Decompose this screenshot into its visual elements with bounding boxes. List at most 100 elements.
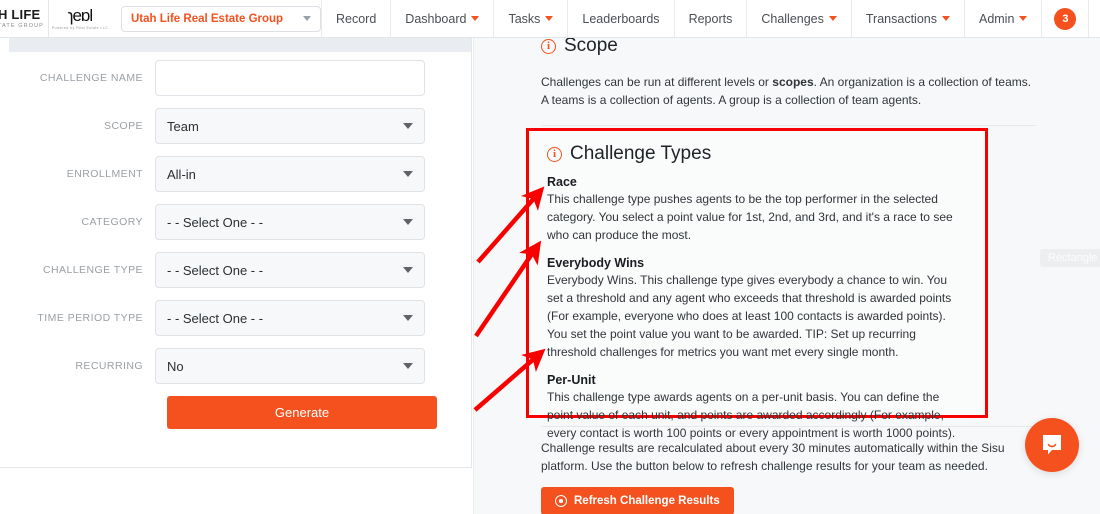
nav-item-dashboard[interactable]: Dashboard <box>390 0 493 37</box>
form-label: CHALLENGE NAME <box>39 72 143 84</box>
challenge-form: CHALLENGE NAME SCOPE Team ENROLLMENT All… <box>0 60 472 429</box>
form-label: CHALLENGE TYPE <box>42 264 143 276</box>
form-row-scope: SCOPE Team <box>0 108 472 144</box>
challenge-type-body-everybody-wins: Everybody Wins. This challenge type give… <box>547 273 952 359</box>
nav-item-record[interactable]: Record <box>321 0 390 37</box>
nav-item-label: Leaderboards <box>582 11 660 26</box>
chevron-down-icon <box>828 16 837 21</box>
nav-item-label: Challenges <box>761 11 824 26</box>
challenge-form-panel: CHALLENGE NAME SCOPE Team ENROLLMENT All… <box>0 38 472 468</box>
form-row-challenge-type: CHALLENGE TYPE - - Select One - - <box>0 252 472 288</box>
chevron-down-icon <box>545 16 554 21</box>
form-label: CATEGORY <box>81 216 143 228</box>
challenge-types-title: i Challenge Types <box>547 143 963 165</box>
chevron-down-icon <box>403 123 413 129</box>
challenge-type-heading-everybody-wins: Everybody Wins <box>547 256 645 270</box>
info-circle-icon: i <box>541 38 556 54</box>
nav-item-label: Admin <box>978 11 1015 26</box>
nav-item-leaderboards[interactable]: Leaderboards <box>567 0 673 37</box>
chevron-down-icon <box>1019 16 1028 21</box>
form-row-time-period-type: TIME PERIOD TYPE - - Select One - - <box>0 300 472 336</box>
nav-left-group: H LIFE TATE GROUP ɿeɒl Powered by Real E… <box>0 0 321 37</box>
real-brand-logo[interactable]: ɿeɒl Powered by Real Estate LLC <box>49 0 111 38</box>
form-label: SCOPE <box>103 120 143 132</box>
nav-item-label: Tasks <box>508 11 541 26</box>
enrollment-select[interactable]: All-in <box>155 156 425 192</box>
time-period-type-select-value: - - Select One - - <box>167 310 264 326</box>
nav-item-challenges[interactable]: Challenges <box>746 0 851 37</box>
chevron-down-icon <box>471 16 480 21</box>
scope-paragraph-pre: Challenges can be run at different level… <box>541 75 773 89</box>
chevron-down-icon <box>403 219 413 225</box>
refresh-challenge-results-button[interactable]: Refresh Challenge Results <box>541 487 734 514</box>
time-period-type-select[interactable]: - - Select One - - <box>155 300 425 336</box>
form-row-enrollment: ENROLLMENT All-in <box>0 156 472 192</box>
nav-item-admin[interactable]: Admin <box>963 0 1041 37</box>
app-root: H LIFE TATE GROUP ɿeɒl Powered by Real E… <box>0 0 1100 514</box>
challenge-type-heading-race: Race <box>547 175 577 189</box>
gear-icon <box>555 495 567 507</box>
form-label: RECURRING <box>75 360 143 372</box>
challenge-types-content: i Challenge Types Race This challenge ty… <box>529 131 985 452</box>
chat-bubble-icon <box>1043 435 1061 455</box>
real-logo-mark: ɿeɒl <box>67 5 93 25</box>
scope-paragraph-bold: scopes <box>772 75 814 89</box>
chevron-down-icon <box>303 16 311 21</box>
nav-item-label: Reports <box>688 11 733 26</box>
nav-item-transactions[interactable]: Transactions <box>850 0 964 37</box>
chat-launcher-button[interactable] <box>1025 418 1079 472</box>
challenge-types-title-text: Challenge Types <box>570 143 712 164</box>
chevron-down-icon <box>941 16 950 21</box>
nav-item-label: Transactions <box>865 11 937 26</box>
category-select-value: - - Select One - - <box>167 214 264 230</box>
nav-item-reports[interactable]: Reports <box>673 0 747 37</box>
recurring-select-value: No <box>167 358 184 374</box>
form-label: TIME PERIOD TYPE <box>37 312 143 324</box>
section-divider <box>541 125 1036 126</box>
nav-menu: Record Dashboard Tasks Leaderboards Repo… <box>321 0 1100 37</box>
nav-item-label: Dashboard <box>405 11 467 26</box>
help-content-inner: i Scope Challenges can be run at differe… <box>473 38 1100 514</box>
form-row-recurring: RECURRING No <box>0 348 472 384</box>
panel-header-bar <box>9 38 471 52</box>
form-row-category: CATEGORY - - Select One - - <box>0 204 472 240</box>
challenge-type-heading-per-unit: Per-Unit <box>547 373 596 387</box>
generate-button[interactable]: Generate <box>167 396 437 429</box>
nav-item-label: Record <box>336 11 377 26</box>
challenge-type-select[interactable]: - - Select One - - <box>155 252 425 288</box>
top-navigation-bar: H LIFE TATE GROUP ɿeɒl Powered by Real E… <box>0 0 1100 38</box>
challenge-name-input[interactable] <box>155 60 425 96</box>
customer-logo-line2: TATE GROUP <box>0 23 44 29</box>
nav-item-account[interactable]: Accoun <box>1088 0 1100 37</box>
challenge-type-body-per-unit: This challenge type awards agents on a p… <box>547 390 956 440</box>
scope-title-text: Scope <box>564 38 618 56</box>
customer-logo[interactable]: H LIFE TATE GROUP <box>0 0 48 38</box>
scope-paragraph: Challenges can be run at different level… <box>473 73 1100 109</box>
notification-count-badge: 3 <box>1054 7 1077 30</box>
notifications-button[interactable]: 3 <box>1041 0 1088 37</box>
chevron-down-icon <box>403 267 413 273</box>
chevron-down-icon <box>403 171 413 177</box>
scope-section-title: i Scope <box>473 38 1100 57</box>
form-label: ENROLLMENT <box>66 168 143 180</box>
scope-select[interactable]: Team <box>155 108 425 144</box>
organization-selector-value: Utah Life Real Estate Group <box>131 12 284 25</box>
challenge-type-body-race: This challenge type pushes agents to be … <box>547 192 953 242</box>
customer-logo-line1: H LIFE <box>0 7 41 22</box>
category-select[interactable]: - - Select One - - <box>155 204 425 240</box>
enrollment-select-value: All-in <box>167 166 196 182</box>
real-logo-subtitle: Powered by Real Estate LLC <box>51 25 109 30</box>
challenge-type-select-value: - - Select One - - <box>167 262 264 278</box>
challenge-types-highlight-box: i Challenge Types Race This challenge ty… <box>526 128 988 440</box>
form-row-challenge-name: CHALLENGE NAME <box>0 60 472 96</box>
organization-selector[interactable]: Utah Life Real Estate Group <box>121 5 321 32</box>
info-circle-icon: i <box>547 146 562 162</box>
chevron-down-icon <box>403 363 413 369</box>
chevron-down-icon <box>403 315 413 321</box>
recurring-select[interactable]: No <box>155 348 425 384</box>
nav-item-tasks[interactable]: Tasks <box>493 0 567 37</box>
refresh-button-label: Refresh Challenge Results <box>574 495 720 507</box>
rectangle-tool-tooltip: Rectangle <box>1040 249 1100 267</box>
scope-select-value: Team <box>167 118 199 134</box>
help-content-panel: i Scope Challenges can be run at differe… <box>473 38 1100 514</box>
